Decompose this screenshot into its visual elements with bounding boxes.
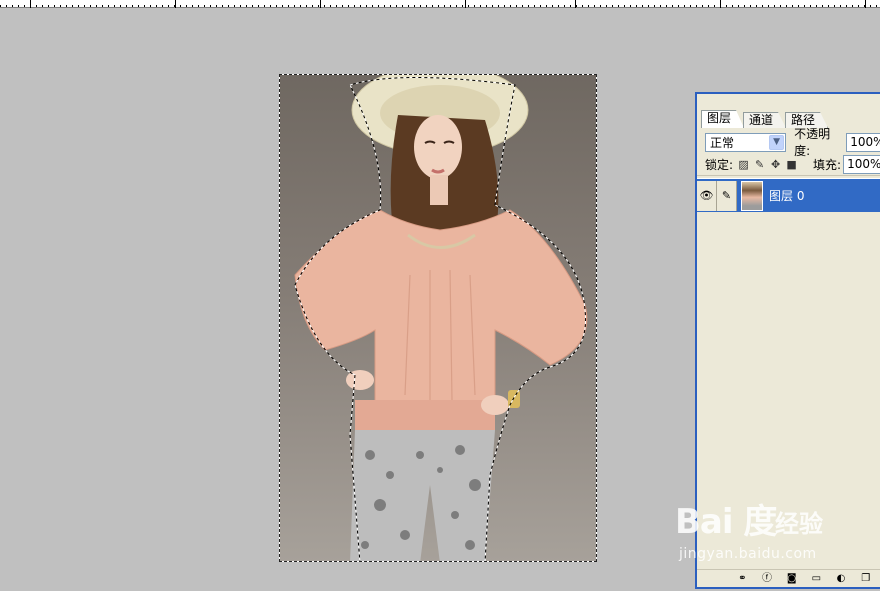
document-canvas[interactable] [279, 74, 597, 562]
watermark-url: jingyan.baidu.com [679, 546, 817, 562]
fill-field[interactable]: 100% [843, 155, 880, 174]
lock-transparent-icon[interactable]: ▨ [738, 158, 749, 171]
panel-tabs: 图层 通道 路径 [697, 94, 880, 128]
lock-move-icon[interactable]: ✥ [770, 158, 781, 171]
ruler-tick [720, 0, 721, 8]
ruler-tick [30, 0, 31, 8]
lock-label: 锁定: [705, 158, 734, 172]
ruler-tick [320, 0, 321, 8]
layer-thumbnail [741, 180, 763, 211]
layer-row[interactable]: 👁 ✎ 图层 0 [697, 178, 880, 212]
watermark-logo: Bai 度 [675, 502, 777, 542]
lock-fill-row: 锁定: ▨ ✎ ✥ ■ 填充: 100% [697, 154, 880, 176]
chevron-down-icon[interactable]: ▼ [769, 134, 785, 150]
horizontal-ruler [0, 0, 880, 8]
model-photo [294, 75, 588, 561]
tab-layers[interactable]: 图层 [701, 110, 744, 128]
lock-paint-icon[interactable]: ✎ [754, 158, 765, 171]
watermark-text: 经验 [775, 510, 823, 538]
new-layer-icon[interactable]: ❐ [860, 572, 871, 585]
fill-label: 填充: [813, 158, 842, 172]
lock-all-icon[interactable]: ■ [786, 158, 797, 171]
ruler-tick [465, 0, 466, 8]
ruler-tick [175, 0, 176, 8]
blend-opacity-row: 正常 ▼ 不透明度: 100% [697, 127, 880, 158]
opacity-field[interactable]: 100% [846, 132, 880, 152]
ruler-tick [865, 0, 866, 8]
eye-icon[interactable]: 👁 [697, 180, 717, 211]
blend-mode-select[interactable]: 正常 ▼ [705, 132, 787, 152]
tab-channels[interactable]: 通道 [743, 112, 786, 128]
baidu-jingyan-watermark: Bai 度 经验 jingyan.baidu.com [675, 494, 845, 574]
brush-icon[interactable]: ✎ [717, 180, 737, 211]
ruler-tick [575, 0, 576, 8]
layer-name[interactable]: 图层 0 [769, 187, 804, 204]
blend-mode-value: 正常 [710, 135, 735, 150]
